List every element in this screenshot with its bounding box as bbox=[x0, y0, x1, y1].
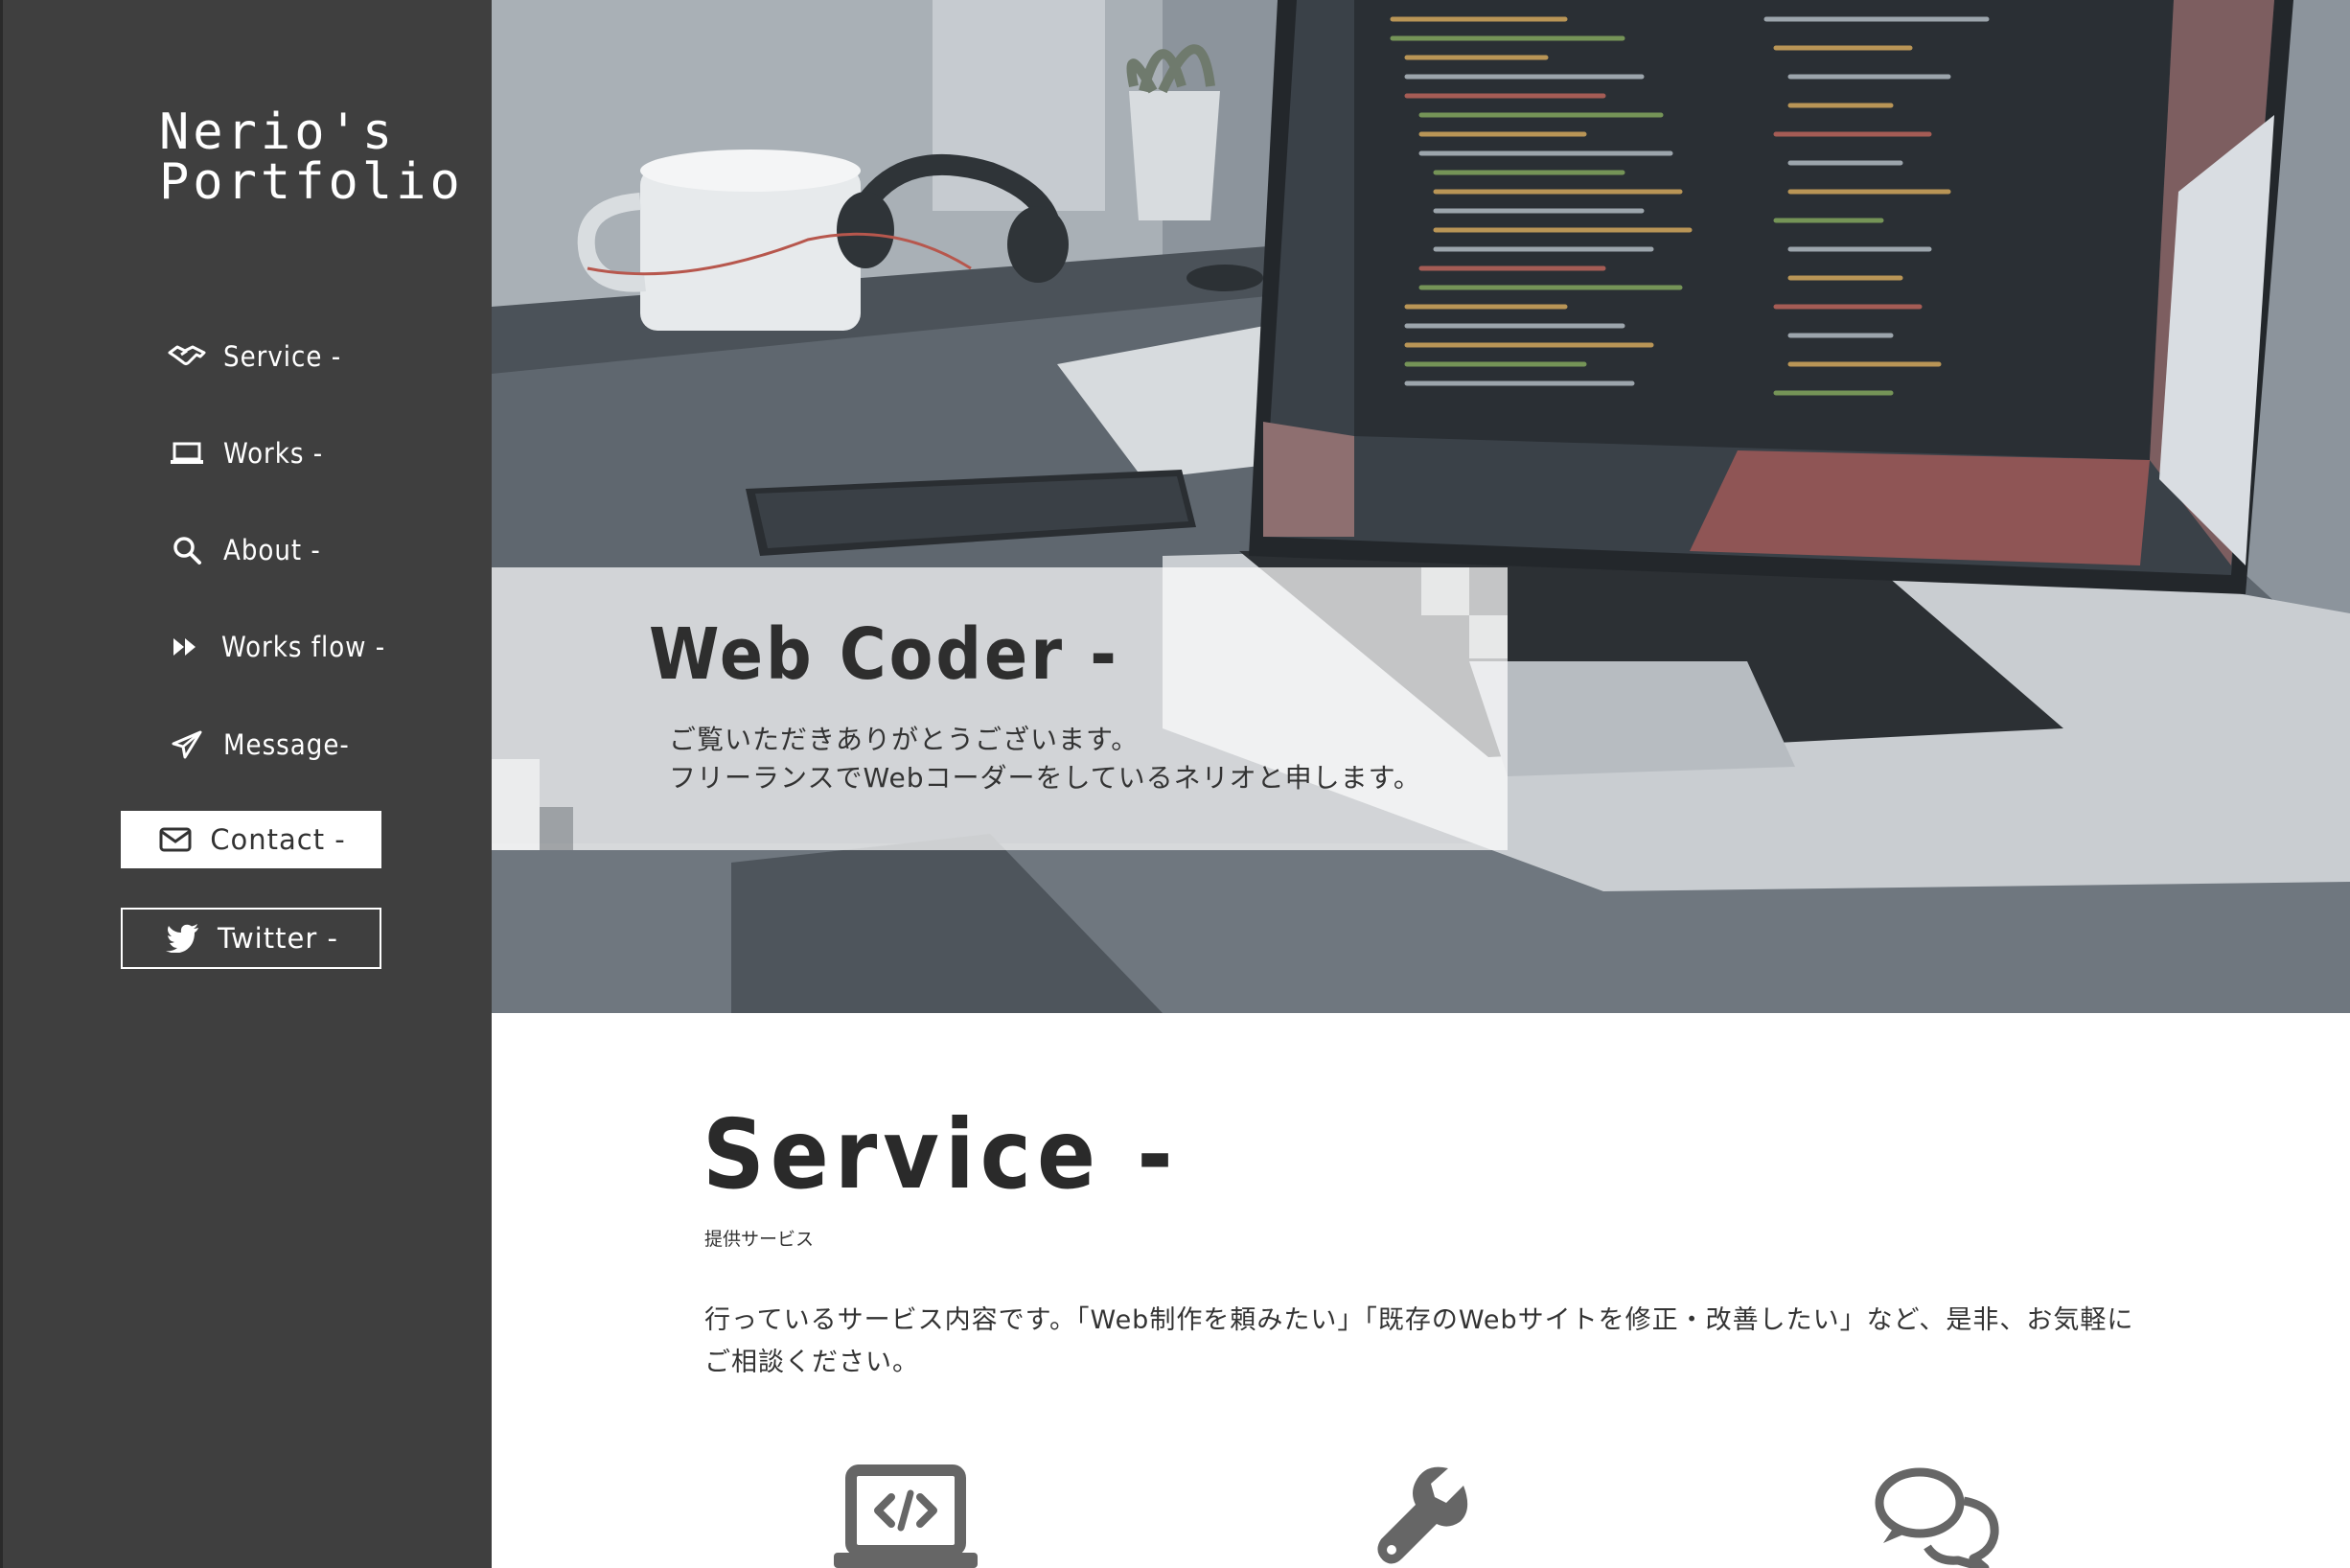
hero-intro-line-2: フリーランスでWebコーダーをしているネリオと申します。 bbox=[669, 762, 1421, 794]
hero-intro-line-1: ご覧いただきありがとうございます。 bbox=[669, 724, 1140, 755]
nav-item-works[interactable]: Works - bbox=[168, 429, 323, 477]
hero-intro: ご覧いただきありがとうございます。 フリーランスでWebコーダーをしているネリオ… bbox=[669, 721, 1421, 797]
wrench-icon bbox=[1375, 1464, 1471, 1568]
nav-item-works-flow[interactable]: Works flow - bbox=[166, 623, 385, 671]
handshake-icon bbox=[168, 339, 206, 374]
nav-label: Works - bbox=[223, 437, 324, 470]
contact-button[interactable]: Contact - bbox=[121, 811, 381, 868]
service-title: Service - bbox=[703, 1098, 1179, 1211]
site-logo[interactable]: Nerio's Portfolio bbox=[159, 107, 466, 207]
nav-label: Works flow - bbox=[221, 631, 386, 663]
nav-item-service[interactable]: Service - bbox=[168, 333, 341, 380]
twitter-label: Twitter - bbox=[218, 922, 338, 955]
fast-forward-icon bbox=[166, 630, 204, 664]
logo-line-2: Portfolio bbox=[159, 153, 464, 211]
code-laptop-icon bbox=[834, 1464, 978, 1568]
laptop-icon bbox=[168, 436, 206, 471]
twitter-icon bbox=[164, 921, 202, 956]
service-subtitle: 提供サービス bbox=[704, 1229, 815, 1250]
envelope-icon bbox=[156, 822, 195, 857]
hero-title: Web Coder - bbox=[649, 613, 1119, 696]
hero-background-image bbox=[492, 0, 2350, 1013]
twitter-button[interactable]: Twitter - bbox=[121, 908, 381, 969]
chat-bubbles-icon bbox=[1874, 1464, 2002, 1568]
nav-item-about[interactable]: About - bbox=[168, 526, 321, 574]
logo-line-1: Nerio's bbox=[159, 104, 397, 161]
sidebar: Nerio's Portfolio Service - Works - Abou… bbox=[0, 0, 492, 1568]
nav-label: Service - bbox=[223, 340, 342, 373]
search-icon bbox=[168, 533, 206, 567]
nav-label: Message- bbox=[223, 728, 350, 761]
paper-plane-icon bbox=[168, 727, 206, 762]
nav-label: About - bbox=[223, 534, 321, 566]
contact-label: Contact - bbox=[210, 823, 346, 856]
pixel-decoration bbox=[492, 567, 1508, 850]
service-description: 行っているサービス内容です。「Web制作を頼みたい」「既存のWebサイトを修正・… bbox=[704, 1305, 2134, 1377]
hero-section: Web Coder - ご覧いただきありがとうございます。 フリーランスでWeb… bbox=[492, 0, 2350, 1013]
nav-item-message[interactable]: Message- bbox=[168, 721, 350, 769]
